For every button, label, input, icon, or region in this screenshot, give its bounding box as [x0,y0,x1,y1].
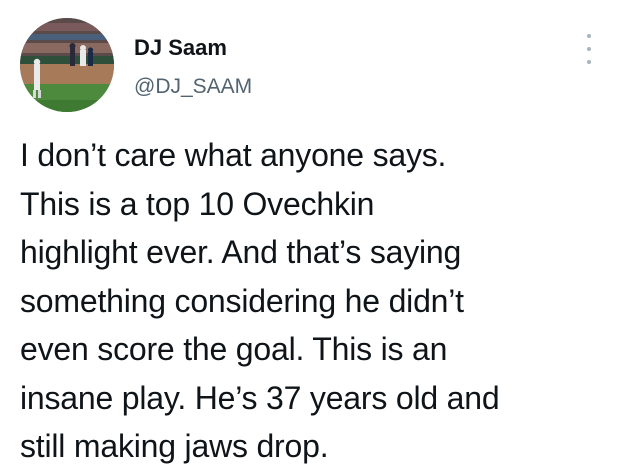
avatar[interactable] [20,18,114,112]
dot [587,34,591,38]
more-options-icon[interactable] [578,34,600,64]
dot [587,60,591,64]
tweet-text: I don’t care what anyone says. This is a… [20,137,500,464]
dot [587,47,591,51]
tweet-card: DJ Saam @DJ_SAAM I don’t care what anyon… [0,0,623,464]
user-handle[interactable]: @DJ_SAAM [134,74,252,100]
baseball-field-photo-icon [20,18,114,112]
display-name[interactable]: DJ Saam [134,35,227,61]
